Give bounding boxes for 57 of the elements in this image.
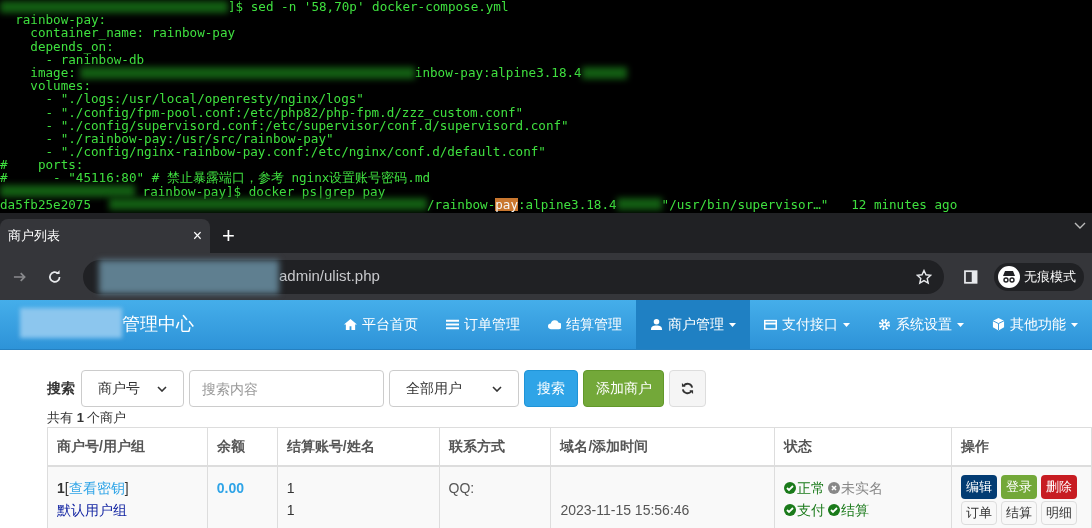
status-label: 未实名	[828, 476, 884, 499]
site-title: 管理中心	[122, 313, 194, 336]
close-tab-button[interactable]: ×	[192, 224, 202, 248]
highlighted-text: pay	[495, 197, 518, 211]
incognito-label: 无痕模式	[1024, 267, 1076, 286]
column-header: 结算账号/姓名	[277, 427, 440, 466]
terminal-text: da5fb25e2075	[0, 197, 91, 211]
terminal-text: - "./rainbow-pay:/usr/src/rainbow-pay"	[44, 131, 334, 146]
terminal-text: image:	[29, 65, 76, 80]
terminal-text: inbow-pay:alpine3.18.4	[414, 65, 582, 80]
terminal-text: - "./config/nginx-rainbow-pay.conf:/etc/nginx/conf.d/default.conf"	[44, 145, 546, 159]
terminal-text: ]$ sed -n '58,70p' docker-compose.yml	[228, 0, 509, 14]
browser-tab[interactable]: 商户列表 ×	[0, 219, 210, 253]
column-header: 状态	[774, 427, 952, 466]
action-button[interactable]: 订单	[960, 500, 997, 525]
status-label: 支付	[784, 498, 826, 521]
bracket-text: ]	[124, 478, 129, 498]
terminal-text: "/usr/bin/supervisor…" 12 minutes ago	[661, 197, 958, 211]
action-button[interactable]: 结算	[1000, 500, 1037, 525]
balance-value: 0.00	[216, 479, 245, 496]
search-field[interactable]: 搜索内容	[189, 370, 384, 407]
terminal-text: # ports:	[0, 158, 84, 172]
new-tab-button[interactable]: +	[222, 225, 235, 247]
status-label: 正常	[784, 476, 826, 499]
user-group-link[interactable]: 默认用户组	[57, 498, 198, 521]
terminal-text: rainbow-pay:	[14, 13, 107, 27]
column-header: 操作	[951, 427, 1092, 466]
action-button[interactable]: 编辑	[960, 474, 997, 499]
incognito-badge[interactable]: 无痕模式	[994, 262, 1084, 291]
terminal-text: rainbow-pay]$ docker ps|grep pay	[141, 184, 386, 198]
added-time: 2023-11-15 15:56:46	[560, 500, 691, 520]
search-label: 搜索	[47, 379, 75, 398]
terminal-text: :alpine3.18.4	[518, 197, 617, 211]
contact-text: QQ:	[448, 478, 476, 498]
address-bar[interactable]: admin/ulist.php	[82, 259, 945, 294]
terminal-text: - "./logs:/usr/local/openresty/nginx/logs"	[44, 92, 364, 106]
field-select[interactable]: 商户号	[81, 370, 184, 407]
url-text: admin/ulist.php	[278, 266, 380, 287]
action-button[interactable]: 明细	[1040, 500, 1077, 525]
column-header: 商户号/用户组	[47, 427, 208, 466]
column-header: 余额	[207, 427, 278, 466]
account-text: 1	[286, 478, 296, 498]
terminal-text: # - "45116:80" # 禁止暴露端口，参考 nginx设置账号密码.md	[0, 171, 431, 185]
terminal-text: volumes:	[29, 79, 91, 93]
status-label: 结算	[828, 498, 870, 521]
merchant-id: 1	[57, 478, 65, 498]
group-select[interactable]: 全部用户	[389, 370, 519, 407]
name-text: 1	[286, 500, 296, 520]
column-header: 联系方式	[439, 427, 551, 466]
merchant-count: 共有 1 个商户	[47, 409, 128, 427]
terminal-text: container_name: rainbow-pay	[30, 26, 236, 40]
nav-item[interactable]: 商户管理	[636, 300, 750, 349]
terminal-text: - "./config/supervisord.conf:/etc/supervisor/conf.d/supervisord.conf"	[44, 118, 569, 132]
action-button[interactable]: 删除	[1040, 474, 1077, 499]
bracket-text: [	[64, 478, 69, 498]
terminal-text: /rainbow-	[427, 197, 496, 211]
column-header: 域名/添加时间	[550, 427, 775, 466]
